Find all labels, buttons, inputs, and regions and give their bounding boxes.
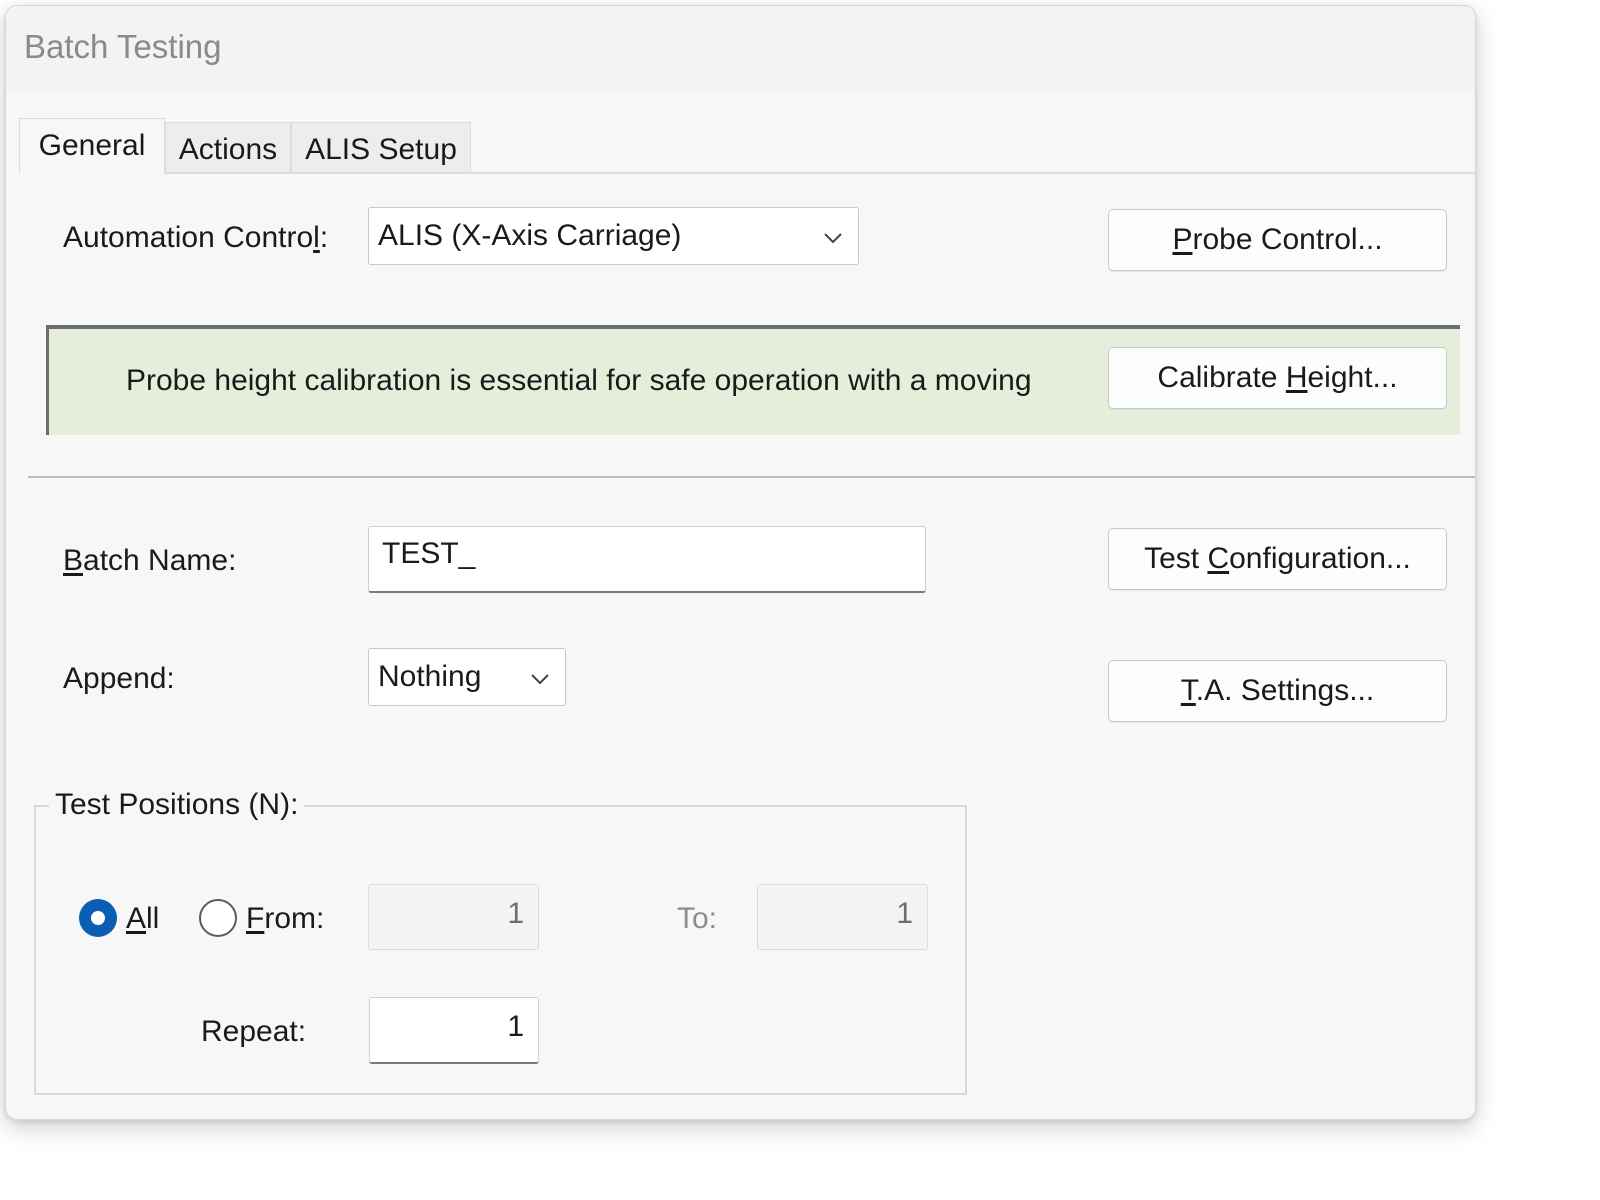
all-radio-label[interactable]: All [126, 902, 159, 936]
tab-alis-setup[interactable]: ALIS Setup [291, 122, 471, 172]
chevron-down-icon [531, 674, 549, 685]
automation-control-value: ALIS (X-Axis Carriage) [378, 219, 682, 252]
to-label: To: [677, 902, 718, 935]
from-value: 1 [507, 897, 524, 930]
to-input[interactable]: 1 [757, 884, 928, 950]
tab-actions[interactable]: Actions [165, 122, 291, 172]
calibrate-height-button[interactable]: Calibrate Height... [1108, 347, 1447, 409]
append-dropdown[interactable]: Nothing [368, 648, 566, 706]
calibration-warning-text: Probe height calibration is essential fo… [126, 364, 1032, 397]
ta-settings-button[interactable]: T.A. Settings... [1108, 660, 1447, 722]
title-bar[interactable]: Batch Testing [6, 6, 1475, 92]
batch-name-label: Batch Name: [63, 544, 237, 577]
to-value: 1 [896, 897, 913, 930]
from-input[interactable]: 1 [368, 884, 539, 950]
batch-testing-window: Batch Testing General Actions ALIS Setup… [5, 5, 1476, 1120]
from-radio-label[interactable]: From: [246, 902, 324, 936]
tab-label: Actions [178, 133, 278, 166]
append-value: Nothing [378, 660, 482, 693]
tab-strip-line [19, 172, 1475, 174]
automation-control-label: Automation Control: [63, 221, 329, 254]
from-radio[interactable] [199, 899, 237, 937]
repeat-label: Repeat: [201, 1015, 307, 1048]
probe-control-button[interactable]: Probe Control... [1108, 209, 1447, 271]
chevron-down-icon [824, 233, 842, 244]
automation-control-dropdown[interactable]: ALIS (X-Axis Carriage) [368, 207, 859, 265]
section-divider [28, 476, 1475, 478]
tab-label: ALIS Setup [305, 133, 457, 166]
test-positions-legend: Test Positions (N): [49, 788, 305, 822]
test-configuration-button[interactable]: Test Configuration... [1108, 528, 1447, 590]
tab-label: General [38, 129, 146, 162]
batch-name-value: TEST_ [382, 537, 476, 570]
repeat-input[interactable]: 1 [369, 997, 539, 1064]
append-label: Append: [63, 662, 175, 695]
all-radio[interactable] [79, 899, 117, 937]
batch-name-input[interactable]: TEST_ [368, 526, 926, 593]
repeat-value: 1 [507, 1010, 524, 1043]
tab-general[interactable]: General [19, 118, 165, 174]
window-title: Batch Testing [24, 28, 222, 65]
